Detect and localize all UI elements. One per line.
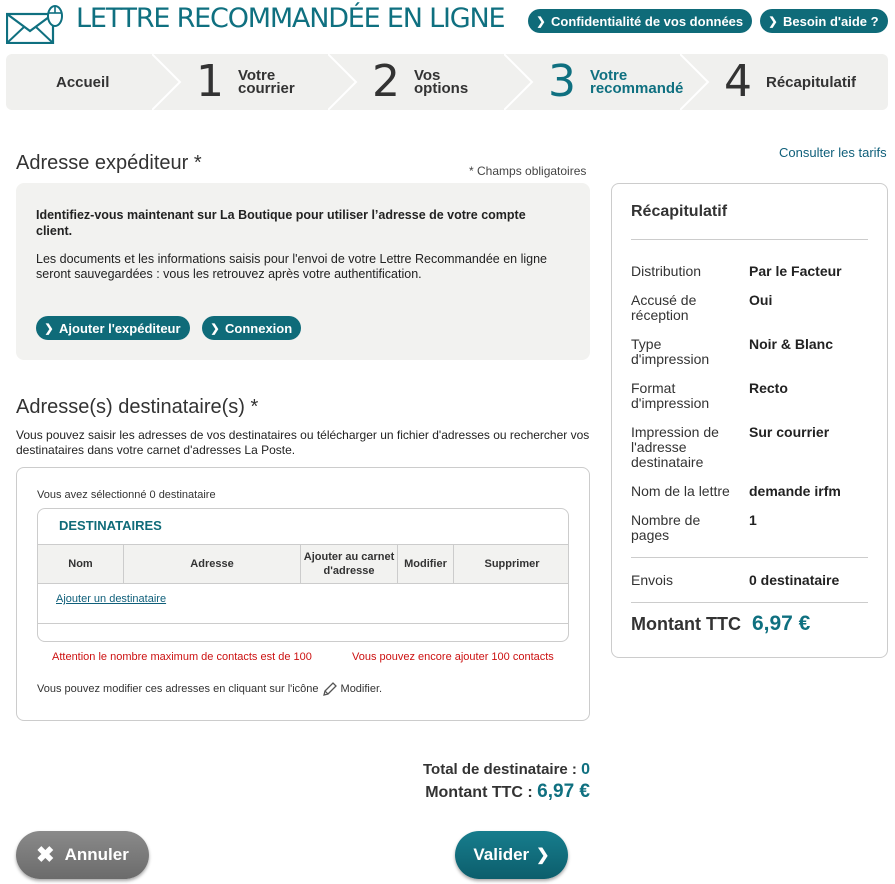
- divider: [631, 602, 868, 603]
- step-label: Récapitulatif: [766, 73, 857, 91]
- selected-count: Vous avez sélectionné 0 destinataire: [37, 489, 216, 501]
- add-sender-button[interactable]: ❯ Ajouter l'expéditeur: [36, 316, 190, 340]
- chevron-right-icon: ❯: [210, 322, 220, 335]
- table-title: DESTINATAIRES: [59, 518, 162, 533]
- login-button[interactable]: ❯ Connexion: [202, 316, 302, 340]
- divider: [631, 239, 868, 240]
- required-fields-note: * Champs obligatoires: [469, 164, 587, 178]
- summary-key: Format d'impression: [631, 380, 710, 411]
- page-header: LETTRE RECOMMANDÉE EN LIGNE ❯ Confidenti…: [0, 0, 895, 50]
- edit-note-text: Vous pouvez modifier ces adresses en cli…: [37, 683, 319, 695]
- summary-value: Oui: [749, 292, 773, 308]
- step-label: Votre courrier: [238, 67, 295, 97]
- recipients-table: DESTINATAIRES Nom Adresse Ajouter au car…: [37, 508, 569, 642]
- add-sender-label: Ajouter l'expéditeur: [59, 320, 181, 336]
- sender-intro: Les documents et les informations saisis…: [36, 252, 547, 281]
- summary-title: Récapitulatif: [631, 203, 728, 220]
- column-header-delete: Supprimer: [484, 558, 540, 570]
- step-3[interactable]: 3 Votre recommandé: [548, 54, 690, 110]
- summary-value: 1: [749, 512, 757, 528]
- step-home-label: Accueil: [56, 73, 110, 91]
- summary-value: Sur courrier: [749, 424, 830, 440]
- sender-section-title: Adresse expéditeur *: [16, 152, 202, 174]
- step-separator: [328, 54, 358, 110]
- recipients-panel: Vous avez sélectionné 0 destinataire DES…: [16, 467, 590, 721]
- edit-note-suffix: Modifier.: [340, 683, 383, 695]
- total-recipients-value: 0: [581, 761, 590, 778]
- summary-value: Par le Facteur: [749, 263, 842, 279]
- remaining-contacts-warning: Vous pouvez encore ajouter 100 contacts: [352, 651, 554, 663]
- chevron-right-icon: ❯: [536, 15, 546, 28]
- table-header: Nom Adresse Ajouter au carnet d'adresse …: [38, 544, 568, 584]
- step-number: 1: [196, 56, 224, 107]
- step-1[interactable]: 1 Votre courrier: [196, 54, 298, 110]
- login-label: Connexion: [225, 320, 293, 336]
- tarifs-link[interactable]: Consulter les tarifs: [779, 145, 887, 160]
- total-amount-value: 6,97 €: [537, 781, 590, 802]
- chevron-right-icon: ❯: [768, 15, 778, 28]
- column-header-address: Adresse: [124, 545, 301, 583]
- close-icon: ✖: [36, 842, 55, 867]
- summary-value: Noir & Blanc: [749, 336, 834, 352]
- step-number: 3: [548, 56, 576, 107]
- divider: [631, 557, 868, 558]
- summary-total: Montant TTC 6,97 €: [631, 612, 810, 636]
- summary-total-label: Montant TTC: [631, 614, 741, 634]
- help-button[interactable]: ❯ Besoin d'aide ?: [760, 9, 888, 33]
- summary-total-amount: 6,97 €: [751, 612, 811, 635]
- total-amount: Montant TTC : 6,97 €: [425, 781, 590, 803]
- step-4[interactable]: 4 Récapitulatif: [724, 54, 866, 110]
- step-label: Votre recommandé: [590, 67, 684, 97]
- step-2[interactable]: 2 Vos options: [372, 54, 474, 110]
- step-separator: [504, 54, 534, 110]
- total-recipients-label: Total de destinataire :: [423, 761, 577, 778]
- step-number: 4: [724, 56, 752, 107]
- summary-key: Envois: [631, 572, 674, 588]
- edit-note: Vous pouvez modifier ces adresses en cli…: [37, 681, 382, 697]
- summary-panel: Récapitulatif Distribution Par le Facteu…: [611, 183, 888, 658]
- pencil-icon: [322, 682, 337, 696]
- recipients-intro: Vous pouvez saisir les adresses de vos d…: [16, 428, 590, 457]
- summary-key: Nombre de pages: [631, 512, 701, 543]
- divider: [37, 623, 569, 624]
- summary-value: 0 destinataire: [749, 572, 840, 588]
- privacy-button[interactable]: ❯ Confidentialité de vos données: [528, 9, 753, 33]
- progress-steps: Accueil 1 Votre courrier 2 Vos options 3…: [6, 54, 888, 110]
- help-button-label: Besoin d'aide ?: [783, 13, 879, 29]
- summary-key: Nom de la lettre: [631, 483, 730, 499]
- step-separator: [152, 54, 182, 110]
- validate-button[interactable]: Valider ❯: [455, 831, 568, 879]
- step-label: Vos options: [414, 67, 469, 97]
- app-title: LETTRE RECOMMANDÉE EN LIGNE: [76, 3, 506, 34]
- validate-button-label: Valider: [473, 845, 530, 864]
- column-header-edit: Modifier: [398, 545, 454, 583]
- step-home[interactable]: Accueil: [56, 54, 109, 110]
- summary-key: Accusé de réception: [631, 292, 697, 323]
- column-header-name: Nom: [38, 545, 124, 583]
- cancel-button-label: Annuler: [64, 845, 129, 864]
- step-number: 2: [372, 56, 400, 107]
- total-recipients: Total de destinataire : 0: [423, 761, 590, 779]
- total-amount-label: Montant TTC :: [425, 784, 533, 801]
- summary-value: demande irfm: [749, 483, 841, 499]
- summary-value: Recto: [749, 380, 788, 396]
- max-contacts-warning: Attention le nombre maximum de contacts …: [52, 651, 312, 663]
- summary-key: Impression de l'adresse destinataire: [631, 424, 719, 470]
- summary-key: Distribution: [631, 263, 702, 279]
- chevron-right-icon: ❯: [536, 847, 550, 864]
- sender-intro-bold: Identifiez-vous maintenant sur La Boutiq…: [36, 208, 526, 238]
- chevron-right-icon: ❯: [44, 322, 54, 335]
- recipients-section-title: Adresse(s) destinataire(s) *: [16, 396, 259, 418]
- column-header-add-to-book: Ajouter au carnet d'adresse: [301, 545, 398, 583]
- summary-key: Type d'impression: [631, 336, 710, 367]
- sender-panel: Identifiez-vous maintenant sur La Boutiq…: [16, 183, 590, 360]
- cancel-button[interactable]: ✖ Annuler: [16, 831, 149, 879]
- privacy-button-label: Confidentialité de vos données: [551, 13, 744, 29]
- envelope-mouse-icon[interactable]: [6, 4, 64, 44]
- add-recipient-link[interactable]: Ajouter un destinataire: [56, 593, 166, 605]
